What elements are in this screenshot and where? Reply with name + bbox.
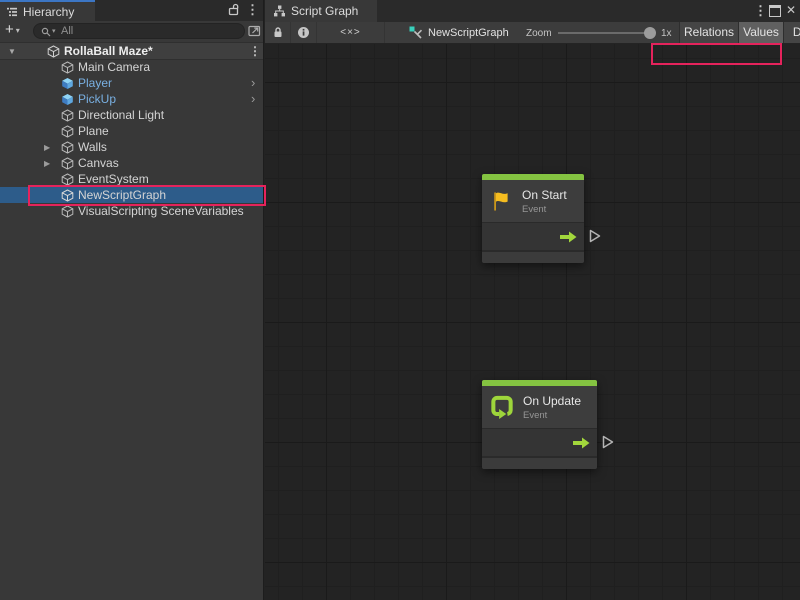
zoom-value: 1x bbox=[661, 28, 672, 39]
hierarchy-panel: Hierarchy ⋮ + ▾ bbox=[0, 0, 264, 600]
angle-x-icon: <×> bbox=[340, 27, 361, 38]
graph-tree-icon bbox=[273, 5, 286, 17]
graph-node-icon bbox=[409, 26, 423, 40]
zoom-slider-handle[interactable] bbox=[644, 27, 656, 39]
hierarchy-item-pickup[interactable]: PickUp › bbox=[0, 91, 263, 107]
node-footer bbox=[482, 252, 584, 263]
close-icon[interactable]: ✕ bbox=[786, 3, 796, 17]
search-field[interactable]: ▾ bbox=[33, 23, 245, 39]
hierarchy-item-newscriptgraph[interactable]: NewScriptGraph bbox=[0, 187, 263, 203]
zoom-label: Zoom bbox=[526, 28, 552, 39]
gameobject-icon bbox=[61, 61, 74, 74]
flag-icon bbox=[490, 190, 513, 213]
flow-arrow-icon bbox=[573, 437, 590, 449]
hierarchy-icon bbox=[6, 6, 18, 18]
scene-header[interactable]: ▼ RollaBall Maze* ⋮ bbox=[0, 42, 263, 60]
output-port[interactable] bbox=[589, 229, 601, 243]
search-icon bbox=[41, 27, 51, 37]
search-input[interactable] bbox=[61, 25, 216, 37]
loop-icon bbox=[490, 395, 514, 420]
node-title: On Start bbox=[522, 188, 567, 202]
node-port-row bbox=[482, 429, 597, 458]
unity-scene-icon bbox=[47, 45, 60, 58]
gameobject-icon bbox=[61, 205, 74, 218]
flow-arrow-icon bbox=[560, 231, 577, 243]
prefab-icon bbox=[61, 93, 74, 106]
gameobject-icon bbox=[61, 189, 74, 202]
scene-name: RollaBall Maze* bbox=[64, 44, 153, 58]
node-header: On Start Event bbox=[482, 180, 584, 223]
hierarchy-tabstrip: Hierarchy ⋮ bbox=[0, 0, 263, 21]
add-gameobject-button[interactable]: + ▾ bbox=[5, 22, 20, 37]
tab-hierarchy[interactable]: Hierarchy bbox=[0, 0, 95, 21]
unity-editor-window: Hierarchy ⋮ + ▾ bbox=[0, 0, 800, 600]
variables-toggle-button[interactable]: <×> bbox=[317, 22, 385, 43]
gameobject-icon bbox=[61, 157, 74, 170]
tab-label: Script Graph bbox=[291, 4, 358, 18]
graph-name: NewScriptGraph bbox=[428, 27, 509, 39]
hierarchy-item-canvas[interactable]: ▶ Canvas bbox=[0, 155, 263, 171]
script-graph-panel: Script Graph ⋮ ✕ <×> bbox=[265, 0, 800, 600]
node-port-row bbox=[482, 223, 584, 252]
tab-script-graph[interactable]: Script Graph bbox=[265, 0, 377, 22]
hierarchy-item-directional-light[interactable]: Directional Light bbox=[0, 107, 263, 123]
plus-icon: + bbox=[5, 22, 14, 37]
script-graph-tabstrip: Script Graph ⋮ ✕ bbox=[265, 0, 800, 22]
node-title: On Update bbox=[523, 394, 581, 408]
hierarchy-item-visualscripting-scenevariables[interactable]: VisualScripting SceneVariables bbox=[0, 203, 263, 219]
node-header: On Update Event bbox=[482, 386, 597, 429]
hierarchy-item-walls[interactable]: ▶ Walls bbox=[0, 139, 263, 155]
expand-icon[interactable]: ▶ bbox=[44, 159, 50, 168]
window-menu-icon[interactable]: ⋮ bbox=[754, 3, 767, 19]
panel-menu-icon[interactable]: ⋮ bbox=[246, 2, 259, 18]
hierarchy-item-eventsystem[interactable]: EventSystem bbox=[0, 171, 263, 187]
node-subtitle: Event bbox=[522, 204, 567, 215]
open-search-window-icon[interactable] bbox=[248, 24, 261, 37]
expand-icon[interactable]: ▶ bbox=[44, 143, 50, 152]
script-graph-toolbar: <×> NewScriptGraph Zoom 1x Relations Val… bbox=[265, 22, 800, 44]
node-footer bbox=[482, 458, 597, 469]
zoom-slider-track[interactable] bbox=[558, 32, 655, 34]
dropdown-arrow-icon: ▾ bbox=[16, 25, 20, 37]
graph-canvas[interactable]: On Start Event bbox=[265, 44, 800, 600]
dim-button[interactable]: Dim bbox=[783, 22, 800, 43]
output-port[interactable] bbox=[602, 435, 614, 449]
hierarchy-item-plane[interactable]: Plane bbox=[0, 123, 263, 139]
graph-breadcrumb[interactable]: NewScriptGraph bbox=[403, 22, 509, 43]
maximize-icon[interactable] bbox=[769, 5, 781, 17]
gameobject-icon bbox=[61, 125, 74, 138]
gameobject-icon bbox=[61, 109, 74, 122]
node-subtitle: Event bbox=[523, 410, 581, 421]
lock-icon bbox=[272, 26, 284, 39]
info-icon bbox=[297, 26, 310, 39]
values-button[interactable]: Values bbox=[738, 22, 783, 43]
hierarchy-toolbar: + ▾ ▾ bbox=[0, 21, 263, 42]
node-on-start[interactable]: On Start Event bbox=[482, 174, 584, 263]
prefab-chevron-icon[interactable]: › bbox=[251, 75, 255, 90]
prefab-icon bbox=[61, 77, 74, 90]
hierarchy-item-main-camera[interactable]: Main Camera bbox=[0, 59, 263, 75]
info-button[interactable] bbox=[291, 22, 317, 43]
gameobject-icon bbox=[61, 141, 74, 154]
hierarchy-item-player[interactable]: Player › bbox=[0, 75, 263, 91]
lock-button[interactable] bbox=[265, 22, 291, 43]
collapse-icon[interactable]: ▼ bbox=[8, 47, 16, 56]
unlock-icon[interactable] bbox=[227, 3, 240, 17]
gameobject-icon bbox=[61, 173, 74, 186]
scene-menu-icon[interactable]: ⋮ bbox=[249, 44, 261, 58]
search-filter-arrow-icon[interactable]: ▾ bbox=[52, 27, 56, 35]
tab-label: Hierarchy bbox=[23, 5, 74, 19]
prefab-chevron-icon[interactable]: › bbox=[251, 91, 255, 106]
node-on-update[interactable]: On Update Event bbox=[482, 380, 597, 469]
relations-button[interactable]: Relations bbox=[679, 22, 738, 43]
